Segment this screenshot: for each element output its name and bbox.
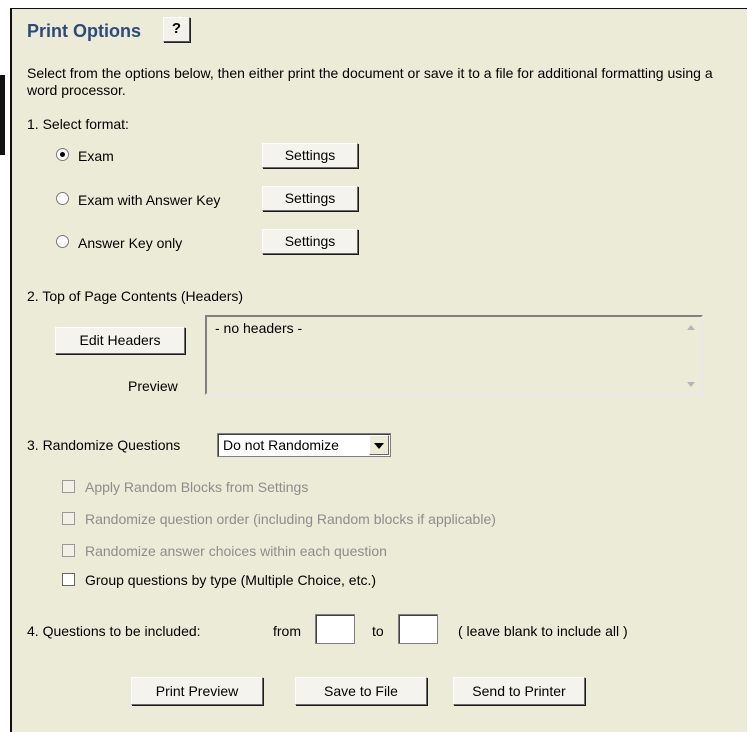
scroll-up-icon[interactable] (687, 325, 695, 330)
radio-answer-key-only[interactable] (56, 235, 69, 248)
preview-scrollbar[interactable] (684, 319, 699, 391)
checkbox-apply-random-blocks[interactable] (62, 480, 75, 493)
dropdown-button[interactable] (369, 435, 389, 455)
intro-text: Select from the options below, then eith… (27, 65, 713, 98)
from-input[interactable] (315, 614, 355, 644)
send-to-printer-button[interactable]: Send to Printer (453, 677, 585, 705)
blank-hint: ( leave blank to include all ) (458, 623, 628, 639)
checkbox-group-by-type[interactable] (62, 573, 75, 586)
answer-key-settings-button[interactable]: Settings (262, 229, 358, 254)
checkbox-apply-random-blocks-label: Apply Random Blocks from Settings (85, 479, 309, 495)
checkbox-randomize-order-label: Randomize question order (including Rand… (85, 511, 496, 527)
section-randomize-label: 3. Randomize Questions (27, 437, 181, 453)
checkbox-randomize-answers[interactable] (62, 544, 75, 557)
checkbox-randomize-answers-label: Randomize answer choices within each que… (85, 543, 387, 559)
print-options-panel: Print Options ? Select from the options … (10, 8, 747, 732)
from-label: from (273, 623, 301, 639)
help-button[interactable]: ? (163, 17, 190, 42)
window-edge (0, 75, 5, 155)
radio-answer-key-only-label[interactable]: Answer Key only (78, 235, 182, 251)
to-label: to (372, 623, 384, 639)
radio-selected-dot (60, 152, 65, 157)
print-preview-button[interactable]: Print Preview (131, 677, 263, 705)
panel-title: Print Options (27, 21, 141, 41)
radio-exam-label[interactable]: Exam (78, 148, 114, 164)
headers-preview-text: - no headers - (215, 320, 303, 336)
scroll-down-icon[interactable] (687, 382, 695, 387)
exam-answer-key-settings-button[interactable]: Settings (262, 186, 358, 211)
section-format-label: 1. Select format: (27, 116, 129, 132)
section-questions-label: 4. Questions to be included: (27, 623, 201, 639)
headers-preview-box[interactable]: - no headers - (205, 315, 703, 395)
randomize-select-value: Do not Randomize (223, 437, 339, 453)
edit-headers-button[interactable]: Edit Headers (55, 327, 185, 354)
to-input[interactable] (398, 614, 438, 644)
chevron-down-icon (374, 443, 384, 449)
exam-settings-button[interactable]: Settings (262, 143, 358, 168)
checkbox-randomize-order[interactable] (62, 512, 75, 525)
preview-label: Preview (128, 378, 178, 394)
save-to-file-button[interactable]: Save to File (295, 677, 427, 705)
randomize-select[interactable]: Do not Randomize (217, 433, 391, 457)
section-headers-label: 2. Top of Page Contents (Headers) (27, 288, 244, 304)
radio-exam-with-answer-key[interactable] (56, 192, 69, 205)
radio-exam-with-answer-key-label[interactable]: Exam with Answer Key (78, 192, 220, 208)
radio-exam[interactable] (56, 148, 69, 161)
checkbox-group-by-type-label[interactable]: Group questions by type (Multiple Choice… (85, 572, 376, 588)
